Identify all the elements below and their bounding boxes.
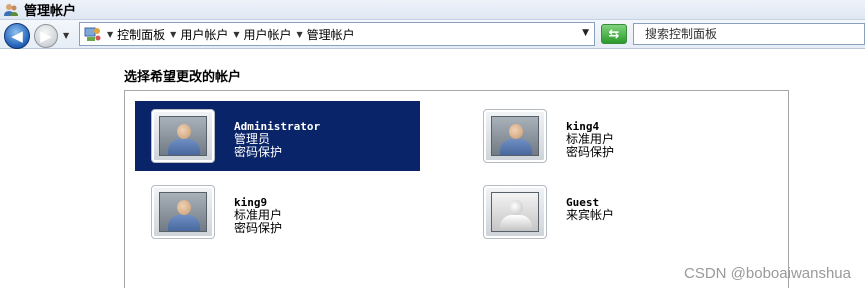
account-tile-king9[interactable]: king9 标准用户 密码保护 bbox=[135, 177, 420, 247]
account-tile-guest[interactable]: Guest 来宾帐户 bbox=[467, 177, 752, 247]
search-box[interactable] bbox=[633, 23, 865, 45]
breadcrumb-chevron-icon[interactable]: ▼ bbox=[107, 30, 113, 39]
forward-button[interactable]: ▶ bbox=[34, 24, 58, 48]
breadcrumb-chevron-icon[interactable]: ▼ bbox=[170, 30, 176, 39]
user-accounts-icon bbox=[3, 2, 19, 18]
account-info: king4 标准用户 密码保护 bbox=[566, 120, 614, 159]
account-type: 来宾帐户 bbox=[566, 208, 615, 222]
recent-pages-chevron-icon[interactable]: ▼ bbox=[63, 31, 69, 40]
page-heading: 选择希望更改的帐户 bbox=[124, 70, 242, 85]
breadcrumb-control-panel[interactable]: 控制面板 bbox=[117, 26, 165, 43]
account-picture-frame bbox=[483, 109, 547, 163]
guest-picture-icon bbox=[491, 192, 539, 232]
address-dropdown-icon[interactable]: ▼ bbox=[582, 28, 589, 38]
forward-arrow-icon: ▶ bbox=[40, 26, 52, 45]
navigation-bar: ◀ ▶ ▼ ▼ 控制面板 ▼ 用户帐户 ▼ 用户帐户 ▼ 管理帐户 ▼ ⇆ bbox=[0, 20, 865, 49]
breadcrumb-user-accounts-2[interactable]: 用户帐户 bbox=[244, 26, 292, 43]
back-button[interactable]: ◀ bbox=[4, 23, 30, 49]
back-arrow-icon: ◀ bbox=[11, 26, 23, 45]
refresh-arrows-icon: ⇆ bbox=[608, 26, 620, 42]
user-picture-icon bbox=[159, 116, 207, 156]
control-panel-icon bbox=[84, 26, 102, 42]
title-bar: 管理帐户 bbox=[0, 0, 865, 20]
search-input[interactable] bbox=[645, 27, 864, 41]
account-status: 密码保护 bbox=[234, 145, 283, 159]
account-status: 密码保护 bbox=[234, 221, 283, 235]
window-title: 管理帐户 bbox=[24, 4, 77, 19]
user-picture-icon bbox=[159, 192, 207, 232]
breadcrumb-user-accounts[interactable]: 用户帐户 bbox=[180, 26, 228, 43]
refresh-button[interactable]: ⇆ bbox=[601, 24, 627, 44]
accounts-list: Administrator 管理员 密码保护 king4 标准用户 密码保护 k… bbox=[124, 90, 789, 288]
account-info: Guest 来宾帐户 bbox=[566, 196, 614, 222]
account-info: Administrator 管理员 密码保护 bbox=[234, 120, 320, 159]
account-info: king9 标准用户 密码保护 bbox=[234, 196, 282, 235]
user-picture-icon bbox=[491, 116, 539, 156]
account-tile-administrator[interactable]: Administrator 管理员 密码保护 bbox=[135, 101, 420, 171]
account-picture-frame bbox=[151, 109, 215, 163]
breadcrumb-chevron-icon[interactable]: ▼ bbox=[297, 30, 303, 39]
address-bar[interactable]: ▼ 控制面板 ▼ 用户帐户 ▼ 用户帐户 ▼ 管理帐户 ▼ bbox=[79, 22, 595, 46]
account-picture-frame bbox=[483, 185, 547, 239]
breadcrumb-chevron-icon[interactable]: ▼ bbox=[233, 30, 239, 39]
account-picture-frame bbox=[151, 185, 215, 239]
watermark: CSDN @boboaiwanshua bbox=[684, 265, 851, 282]
breadcrumb-manage-accounts[interactable]: 管理帐户 bbox=[307, 26, 355, 43]
account-tile-king4[interactable]: king4 标准用户 密码保护 bbox=[467, 101, 752, 171]
account-status: 密码保护 bbox=[566, 145, 615, 159]
